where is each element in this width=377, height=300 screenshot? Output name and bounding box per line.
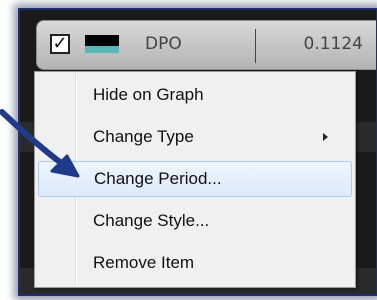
screenshot-stage: ✓ DPO 0.1124 Hide on Graph Change Type C…: [0, 0, 377, 300]
arrow-icon: [0, 109, 80, 178]
